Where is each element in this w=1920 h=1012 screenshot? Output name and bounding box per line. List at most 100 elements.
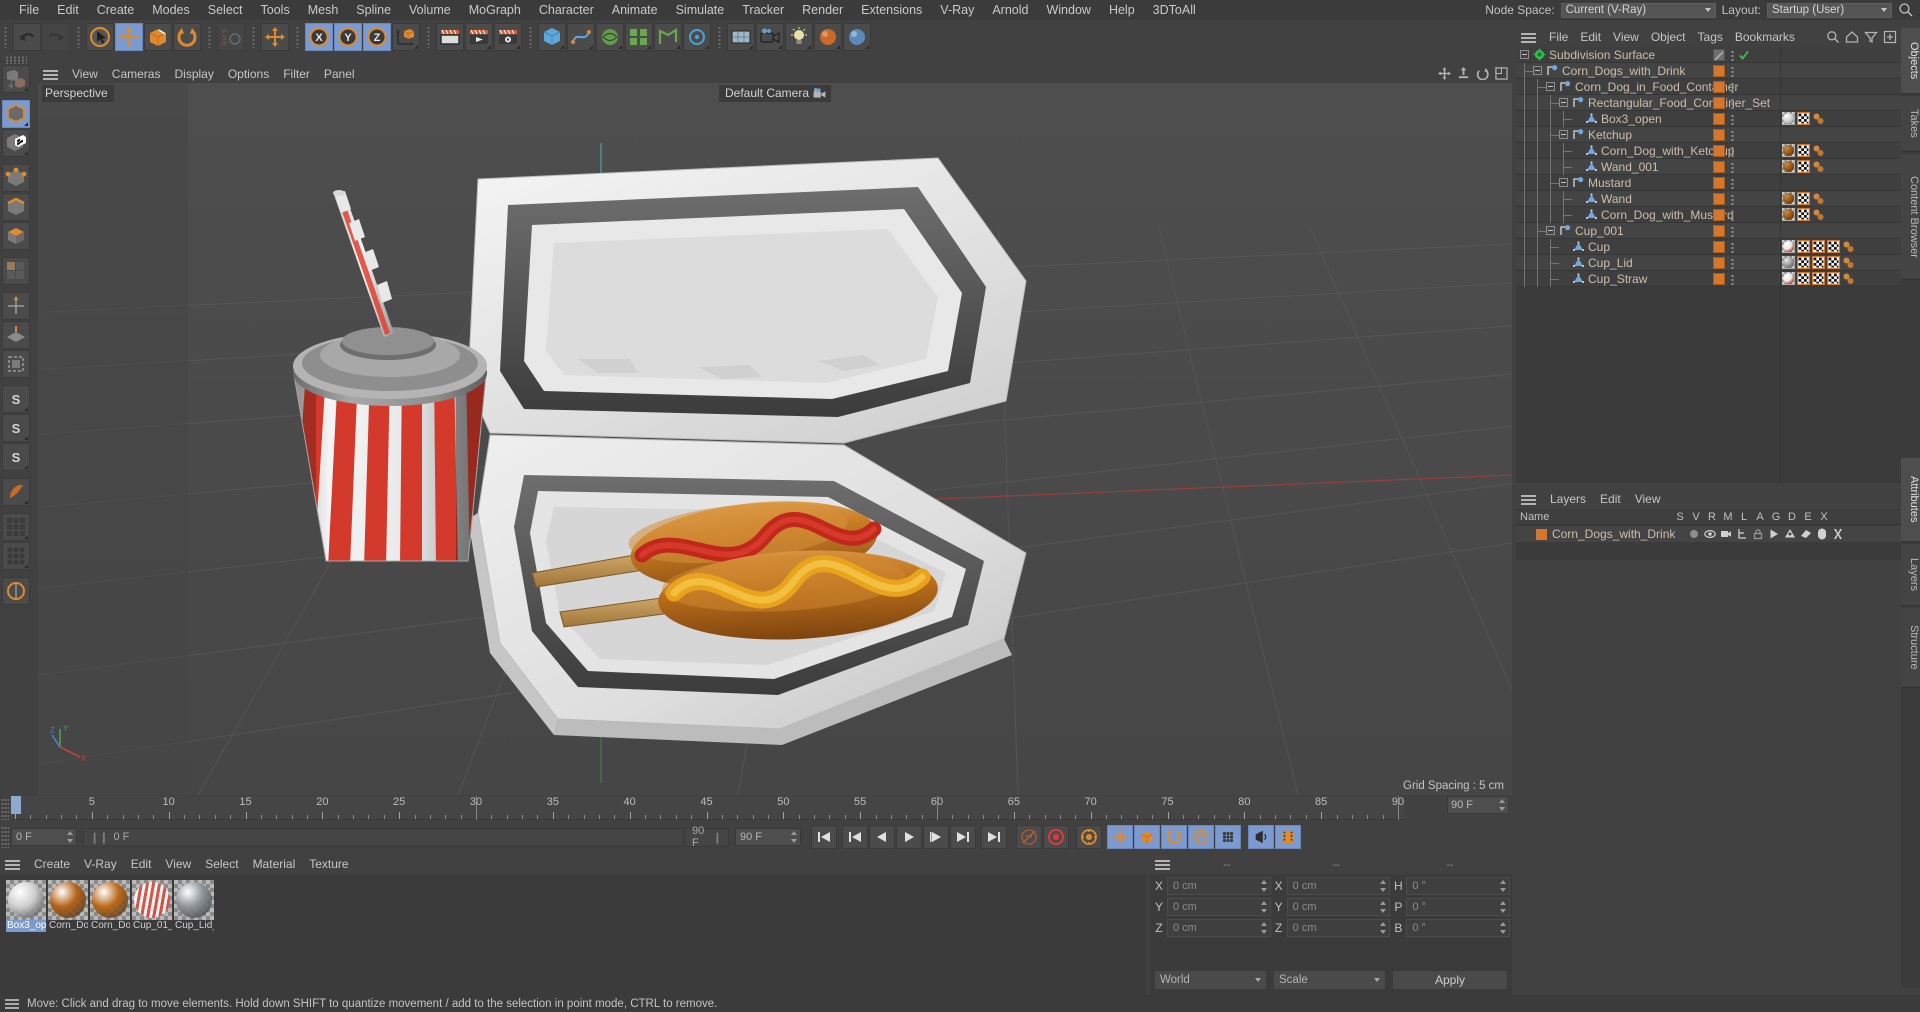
tab-layers[interactable]: Layers bbox=[1901, 544, 1920, 606]
material-name[interactable]: Box3_op bbox=[6, 920, 46, 932]
layers-menu-edit[interactable]: Edit bbox=[1593, 490, 1628, 509]
uvw-tag-icon[interactable] bbox=[1811, 271, 1826, 286]
position-y-field[interactable]: 0 cm bbox=[1167, 898, 1271, 916]
object-color-tag[interactable] bbox=[1713, 193, 1725, 205]
record-position-button[interactable] bbox=[1107, 825, 1133, 849]
go-to-prev-key-button[interactable] bbox=[842, 825, 868, 849]
object-tree-row[interactable]: Corn_Dogs_with_Drink bbox=[1516, 63, 1901, 79]
material-tag-icon[interactable] bbox=[1782, 208, 1795, 221]
material-thumbnail[interactable] bbox=[6, 880, 46, 920]
phong-tag-icon[interactable] bbox=[1812, 144, 1825, 157]
add-nurbs-button[interactable] bbox=[596, 23, 624, 51]
uvw-tag-icon[interactable] bbox=[1796, 191, 1811, 206]
objmgr-menu-view[interactable]: View bbox=[1607, 28, 1645, 47]
objmgr-menu-bookmarks[interactable]: Bookmarks bbox=[1729, 28, 1801, 47]
uvw-tag-icon[interactable] bbox=[1796, 159, 1811, 174]
layers-column-header[interactable]: G bbox=[1768, 511, 1784, 523]
object-tree-row[interactable]: Corn_Dog_with_Ketchup bbox=[1516, 143, 1901, 159]
spinner-icon[interactable] bbox=[1260, 880, 1268, 892]
spinner-icon[interactable] bbox=[1260, 922, 1268, 934]
material-thumbnail[interactable] bbox=[132, 880, 172, 920]
sound-button[interactable] bbox=[1248, 825, 1274, 849]
select-tool-button[interactable] bbox=[86, 23, 114, 51]
timeline-end-field[interactable]: 90 F bbox=[1447, 796, 1509, 814]
workplane-button[interactable] bbox=[1, 321, 30, 349]
polygon-mode-button[interactable] bbox=[1, 222, 30, 250]
render-camera-icon[interactable] bbox=[1720, 528, 1732, 540]
toolbar-grip[interactable] bbox=[2, 23, 11, 51]
go-to-end-button[interactable] bbox=[981, 825, 1007, 849]
home-icon[interactable] bbox=[1845, 30, 1859, 47]
object-name[interactable]: Cup_Straw bbox=[1588, 272, 1647, 286]
layers-column-header[interactable]: L bbox=[1736, 511, 1752, 523]
uvw-tag-icon[interactable] bbox=[1826, 255, 1841, 270]
object-color-tag[interactable] bbox=[1713, 209, 1725, 221]
tree-expander-icon[interactable] bbox=[1559, 98, 1568, 107]
object-visibility-dots[interactable] bbox=[1731, 178, 1734, 189]
tree-expander-icon[interactable] bbox=[1559, 178, 1568, 187]
snap-button[interactable]: S bbox=[1, 385, 30, 413]
phong-tag-icon[interactable] bbox=[1812, 192, 1825, 205]
viewport-menu-filter[interactable]: Filter bbox=[276, 66, 317, 83]
menu-spline[interactable]: Spline bbox=[347, 0, 400, 20]
object-color-tag[interactable] bbox=[1713, 225, 1725, 237]
object-visibility-dots[interactable] bbox=[1731, 130, 1734, 141]
object-name[interactable]: Cup_Lid bbox=[1588, 256, 1633, 270]
toolbar-grip-5[interactable] bbox=[294, 23, 303, 51]
spinner-icon[interactable] bbox=[1380, 880, 1387, 892]
viewport-solo-button[interactable] bbox=[1, 478, 30, 506]
layers-menu-view[interactable]: View bbox=[1628, 490, 1668, 509]
spinner-icon[interactable] bbox=[1499, 880, 1507, 892]
material-menu-view[interactable]: View bbox=[158, 855, 198, 874]
max-frame-field[interactable]: 90 F bbox=[735, 828, 801, 846]
objmgr-menu-object[interactable]: Object bbox=[1645, 28, 1692, 47]
material-list[interactable]: Box3_op Corn_Do Corn_Do Cup_01_ Cup_Lid_ bbox=[0, 874, 1146, 995]
object-visibility-dots[interactable] bbox=[1731, 210, 1734, 221]
material-item[interactable]: Box3_op bbox=[6, 880, 46, 995]
object-visibility-dots[interactable] bbox=[1731, 82, 1734, 93]
uvw-tag-icon[interactable] bbox=[1826, 239, 1841, 254]
world-axis-button[interactable] bbox=[261, 23, 289, 51]
layers-column-header[interactable]: S bbox=[1672, 511, 1688, 523]
phong-tag-icon[interactable] bbox=[1842, 272, 1855, 285]
menu-help[interactable]: Help bbox=[1100, 0, 1144, 20]
add-material-button[interactable] bbox=[814, 23, 842, 51]
object-visibility-dots[interactable] bbox=[1731, 242, 1734, 253]
add-camera-axis-button[interactable] bbox=[683, 23, 711, 51]
viewport-menu-options[interactable]: Options bbox=[221, 66, 276, 83]
apply-button[interactable]: Apply bbox=[1392, 970, 1508, 990]
object-visibility-dots[interactable] bbox=[1731, 50, 1734, 61]
object-tree-row[interactable]: Ketchup bbox=[1516, 127, 1901, 143]
size-mode-select[interactable]: Scale bbox=[1273, 970, 1386, 990]
current-frame-field[interactable]: 0 F bbox=[11, 828, 77, 846]
object-color-tag[interactable] bbox=[1713, 177, 1725, 189]
layers-column-header[interactable]: R bbox=[1704, 511, 1720, 523]
menu-select[interactable]: Select bbox=[199, 0, 252, 20]
render-to-picture-button[interactable] bbox=[465, 23, 493, 51]
selection-filter-button[interactable] bbox=[1, 513, 30, 541]
search-icon[interactable] bbox=[1826, 30, 1840, 47]
layer-row[interactable]: Corn_Dogs_with_Drink bbox=[1516, 526, 1901, 542]
record-scale-button[interactable] bbox=[1134, 825, 1160, 849]
layers-menu-icon[interactable] bbox=[1520, 493, 1538, 506]
menu-file[interactable]: File bbox=[10, 0, 48, 20]
layers-column-header[interactable]: X bbox=[1816, 511, 1832, 523]
menu-vray[interactable]: V-Ray bbox=[931, 0, 983, 20]
menu-simulate[interactable]: Simulate bbox=[667, 0, 734, 20]
enabled-check-icon[interactable] bbox=[1738, 49, 1750, 61]
material-item[interactable]: Corn_Do bbox=[90, 880, 130, 995]
workplane-lock-button[interactable]: S bbox=[1, 443, 30, 471]
object-tree-row[interactable]: Wand bbox=[1516, 191, 1901, 207]
toolbar-grip-3[interactable] bbox=[206, 23, 215, 51]
spinner-icon[interactable] bbox=[1499, 922, 1507, 934]
object-tree-row[interactable]: Cup_Lid bbox=[1516, 255, 1901, 271]
layers-column-header[interactable]: A bbox=[1752, 511, 1768, 523]
viewport-menu-cameras[interactable]: Cameras bbox=[105, 66, 168, 83]
uvw-tag-icon[interactable] bbox=[1826, 271, 1841, 286]
expression-icon[interactable] bbox=[1816, 528, 1828, 540]
texture-mode-button[interactable] bbox=[1, 129, 30, 157]
layers-column-header[interactable]: M bbox=[1720, 511, 1736, 523]
add-camera-button[interactable] bbox=[756, 23, 784, 51]
toolbar-grip-7[interactable] bbox=[527, 23, 536, 51]
tab-takes[interactable]: Takes bbox=[1901, 96, 1920, 152]
